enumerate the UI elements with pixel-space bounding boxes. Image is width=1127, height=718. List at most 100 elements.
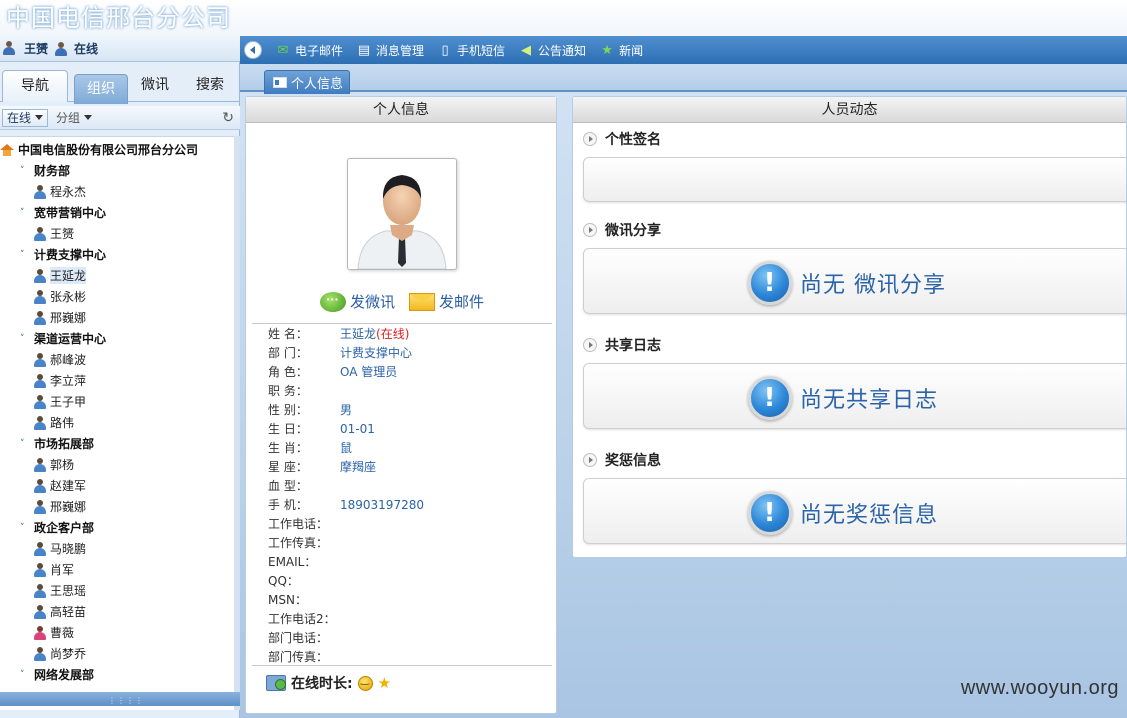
online-status-text: (在线) (376, 327, 410, 341)
expand-toggle-icon[interactable]: ˅ (20, 670, 28, 680)
action-row: 发微讯 发邮件 (320, 291, 484, 312)
nav-messages[interactable]: ▤ 消息管理 (357, 42, 424, 59)
tree-root[interactable]: 中国电信股份有限公司邢台分公司 (0, 137, 234, 160)
tab-search[interactable]: 搜索 (182, 70, 238, 102)
person-icon (34, 184, 46, 200)
divider (252, 665, 552, 666)
tree-member[interactable]: 张永彬 (0, 286, 234, 307)
collapse-arrow-icon[interactable] (244, 41, 262, 59)
member-name: 赵建军 (50, 479, 87, 493)
profile-field: 生 肖： 鼠 (268, 438, 548, 457)
person-icon (34, 646, 46, 662)
expand-toggle-icon[interactable]: ˅ (20, 208, 28, 218)
profile-field: 部门电话： (268, 628, 548, 647)
tree-member[interactable]: 肖军 (0, 559, 234, 580)
tree-department[interactable]: ˅ 计费支撑中心 (0, 244, 234, 265)
tree-member[interactable]: 马晓鹏 (0, 538, 234, 559)
field-value: OA 管理员 (340, 365, 398, 379)
tree-department[interactable]: ˅ 宽带营销中心 (0, 202, 234, 223)
expand-toggle-icon[interactable]: ˅ (20, 334, 28, 344)
nav-news[interactable]: ★ 新闻 (600, 42, 643, 59)
tree-member[interactable]: 王子甲 (0, 391, 234, 412)
tree-member[interactable]: 郭杨 (0, 454, 234, 475)
mail-icon: ✉ (277, 42, 289, 58)
tree-member[interactable]: 赵建军 (0, 475, 234, 496)
expand-toggle-icon[interactable]: ˅ (20, 250, 28, 260)
field-value: 王延龙 (340, 327, 377, 341)
tab-organization[interactable]: 组织 (74, 74, 128, 104)
department-name: 财务部 (34, 164, 71, 178)
tree-member[interactable]: 尚梦乔 (0, 643, 234, 664)
person-icon (34, 268, 46, 284)
activity-header: 人员动态 (573, 97, 1126, 123)
tree-member[interactable]: 程永杰 (0, 181, 234, 202)
tree-department[interactable]: ˅ 财务部 (0, 160, 234, 181)
tree-member[interactable]: 王思瑶 (0, 580, 234, 601)
profile-field: EMAIL： (268, 552, 548, 571)
field-value: 摩羯座 (340, 460, 377, 474)
tree-department[interactable]: ˅ 政企客户部 (0, 517, 234, 538)
nav-email[interactable]: ✉ 电子邮件 (276, 42, 343, 59)
person-icon (34, 310, 46, 326)
person-icon (34, 604, 46, 620)
tab-personal-info[interactable]: 个人信息 (264, 70, 351, 94)
tree-member[interactable]: 高轻苗 (0, 601, 234, 622)
tree-member[interactable]: 李立萍 (0, 370, 234, 391)
profile-field: 工作电话： (268, 514, 548, 533)
status-filter-label: 在线 (7, 110, 32, 125)
current-user-name[interactable]: 王赟 (24, 40, 48, 57)
section-signature-title[interactable]: 个性签名 (583, 129, 661, 149)
tree-member[interactable]: 邢巍娜 (0, 307, 234, 328)
online-duration-label: 在线时长: (291, 676, 353, 692)
user-avatar-icon (2, 40, 18, 58)
member-name: 曹薇 (50, 626, 75, 640)
sidebar: 导航 组织 微讯 搜索 在线 分组 ↻ 中国电信股份有限公司邢台分公司 ˅ 财务部… (0, 62, 240, 718)
send-mail-button[interactable]: 发邮件 (409, 291, 484, 312)
expand-toggle-icon[interactable]: ˅ (20, 439, 28, 449)
sidebar-scrollbar[interactable] (234, 136, 240, 710)
profile-field: 性 别： 男 (268, 400, 548, 419)
tree-member[interactable]: 郝峰波 (0, 349, 234, 370)
nav-email-label: 电子邮件 (295, 43, 344, 58)
banner-title: 中国电信邢台分公司 (6, 4, 231, 32)
tree-department[interactable]: ˅ 市场拓展部 (0, 433, 234, 454)
nav-sms[interactable]: ▯ 手机短信 (438, 42, 505, 59)
section-journal-title[interactable]: 共享日志 (583, 335, 661, 355)
field-label: 工作传真： (268, 536, 329, 550)
expand-toggle-icon[interactable]: ˅ (20, 166, 28, 176)
refresh-icon[interactable]: ↻ (222, 110, 234, 126)
top-banner: 中国电信邢台分公司 (0, 0, 1127, 36)
expand-toggle-icon[interactable]: ˅ (20, 523, 28, 533)
member-name: 邢巍娜 (50, 500, 87, 514)
nav-announcements[interactable]: ◀ 公告通知 (519, 42, 586, 59)
group-filter-dropdown[interactable]: 分组 (56, 109, 93, 126)
field-value: 18903197280 (340, 497, 424, 512)
section-rewards-title[interactable]: 奖惩信息 (583, 450, 661, 470)
tab-personal-info-label: 个人信息 (291, 77, 344, 92)
profile-field: 工作电话2： (268, 609, 548, 628)
sidebar-resize-handle[interactable]: ⋮⋮⋮⋮ (0, 692, 240, 706)
section-weixun-title[interactable]: 微讯分享 (583, 220, 661, 240)
send-weixun-button[interactable]: 发微讯 (320, 291, 395, 312)
org-tree: 中国电信股份有限公司邢台分公司 ˅ 财务部程永杰 ˅ 宽带营销中心 王赟 ˅ 计费支撑中心王… (0, 136, 234, 710)
field-label: 工作电话： (268, 517, 329, 531)
tab-navigation[interactable]: 导航 (2, 70, 68, 102)
status-filter-dropdown[interactable]: 在线 (2, 108, 49, 127)
tree-member[interactable]: 邢巍娜 (0, 496, 234, 517)
tree-member[interactable]: 王赟 (0, 223, 234, 244)
section-rewards-label: 奖惩信息 (605, 453, 661, 469)
tree-member[interactable]: 路伟 (0, 412, 234, 433)
rewards-box: ! 尚无奖惩信息 (583, 478, 1126, 544)
tree-root-label: 中国电信股份有限公司邢台分公司 (18, 143, 199, 157)
profile-field: 工作传真： (268, 533, 548, 552)
tree-department[interactable]: ˅ 渠道运营中心 (0, 328, 234, 349)
profile-field: 血 型： (268, 476, 548, 495)
tree-department[interactable]: ˅ 网络发展部 (0, 664, 234, 685)
online-status-label[interactable]: 在线 (74, 40, 98, 57)
field-label: 部 门： (268, 346, 308, 360)
tree-member[interactable]: 王延龙 (0, 265, 234, 286)
watermark: www.wooyun.org (960, 677, 1119, 699)
sidebar-tabs: 导航 组织 微讯 搜索 (0, 70, 240, 104)
tab-weixun[interactable]: 微讯 (128, 70, 182, 102)
tree-member[interactable]: 曹薇 (0, 622, 234, 643)
